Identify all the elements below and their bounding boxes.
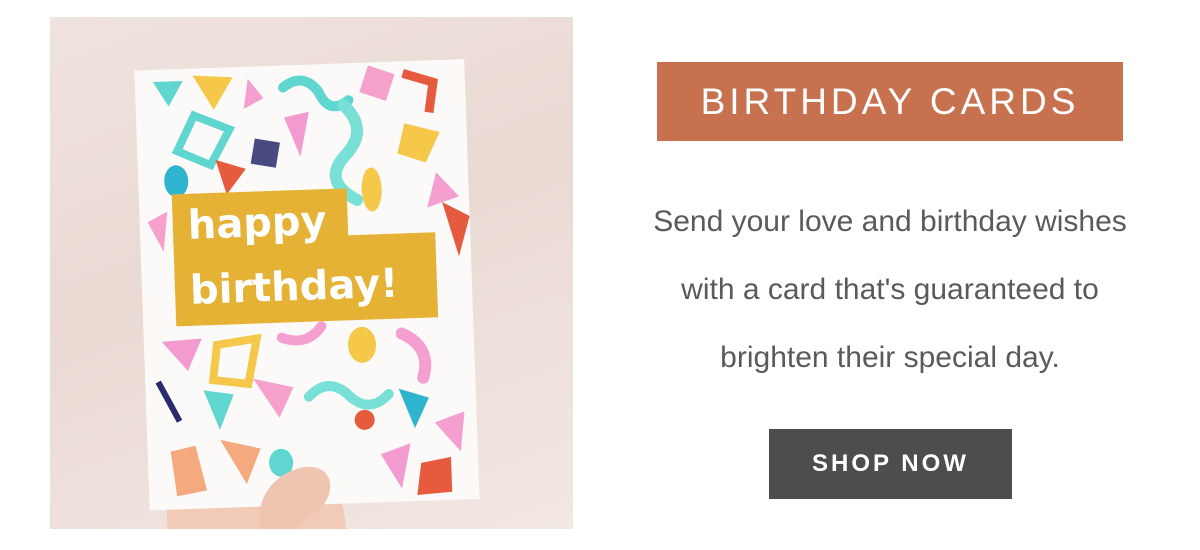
card-text-line-2: birthday! <box>189 261 399 314</box>
category-badge: BIRTHDAY CARDS <box>657 62 1123 141</box>
description-line-2: with a card that's guaranteed to <box>681 273 1099 306</box>
hero-photo: happy birthday! <box>50 17 573 529</box>
description-line-1: Send your love and birthday wishes <box>653 205 1127 238</box>
promo-description: Send your love and birthday wishes with … <box>610 188 1170 392</box>
description-line-3: brighten their special day. <box>720 341 1060 374</box>
birthday-card-photo: happy birthday! <box>134 59 480 529</box>
shop-now-button[interactable]: SHOP NOW <box>769 429 1012 499</box>
category-badge-label: BIRTHDAY CARDS <box>700 80 1080 122</box>
card: happy birthday! <box>134 59 480 511</box>
card-text-line-1: happy <box>187 198 327 249</box>
